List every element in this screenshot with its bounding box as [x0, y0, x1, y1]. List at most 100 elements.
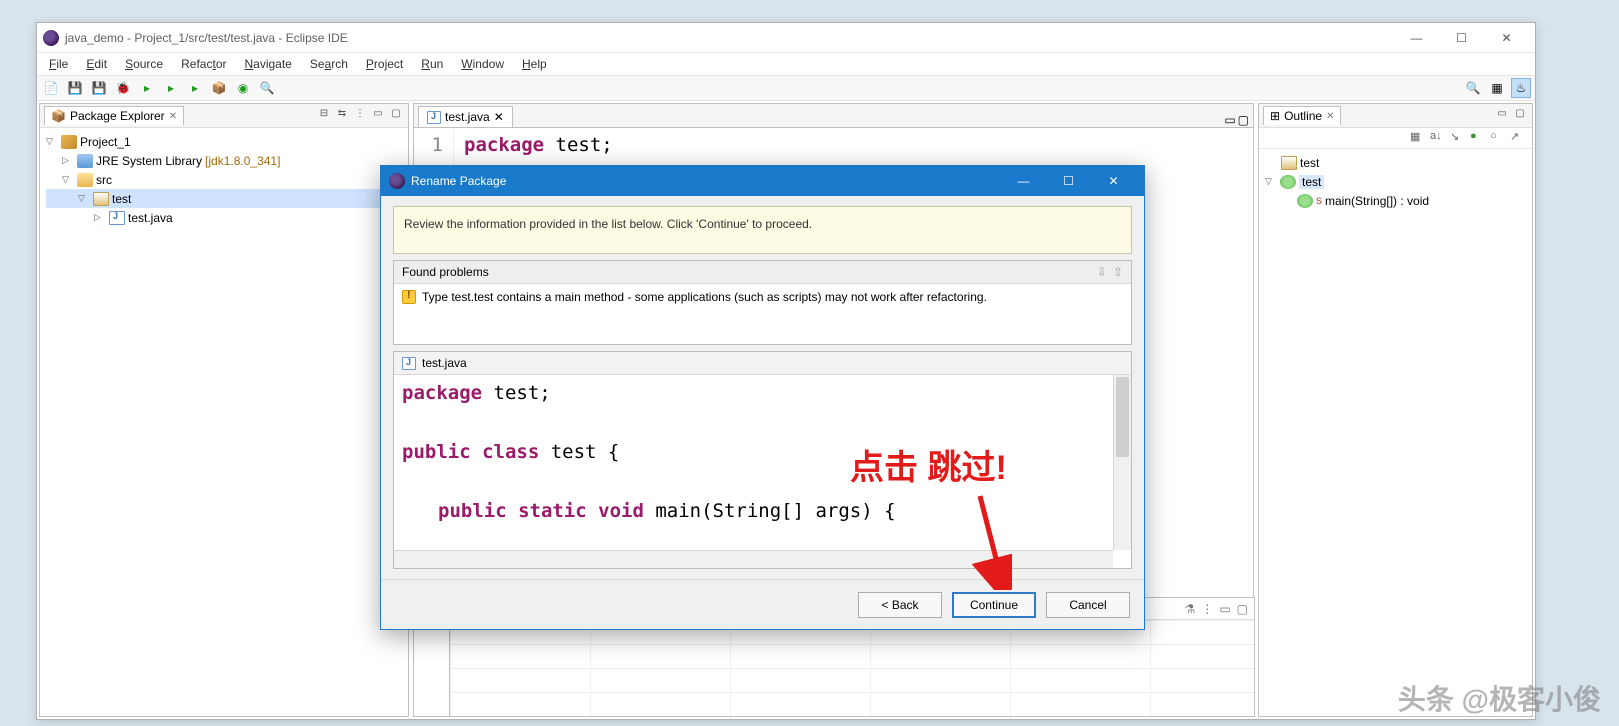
- filter-icon[interactable]: ⚗: [1185, 602, 1196, 616]
- menu-project[interactable]: Project: [358, 55, 411, 73]
- dialog-maximize-button[interactable]: ☐: [1046, 167, 1091, 195]
- preview-code[interactable]: package test; public class test { public…: [394, 375, 1131, 568]
- coverage-icon[interactable]: ▸: [185, 78, 205, 98]
- menubar: File Edit Source Refactor Navigate Searc…: [37, 53, 1535, 75]
- tree-src[interactable]: ▽ src: [46, 170, 402, 189]
- minimize-icon[interactable]: ▭: [370, 108, 386, 124]
- dialog-minimize-button[interactable]: —: [1001, 167, 1046, 195]
- cancel-button[interactable]: Cancel: [1046, 592, 1130, 618]
- java-perspective-icon[interactable]: ♨: [1511, 78, 1531, 98]
- new-package-icon[interactable]: 📦: [209, 78, 229, 98]
- main-toolbar: 📄 💾 💾 🐞 ▸ ▸ ▸ 📦 ◉ 🔍 🔍 ▦ ♨: [37, 75, 1535, 101]
- continue-button[interactable]: Continue: [952, 592, 1036, 618]
- preview-section: test.java package test; public class tes…: [393, 351, 1132, 569]
- project-tree[interactable]: ▽ Project_1 ▷ JRE System Library [jdk1.8…: [40, 128, 408, 716]
- package-label: test: [112, 192, 131, 206]
- outline-method[interactable]: S main(String[]) : void: [1265, 191, 1526, 210]
- up-arrow-icon[interactable]: ⇧: [1113, 265, 1123, 279]
- close-button[interactable]: ✕: [1484, 24, 1529, 52]
- package-explorer-icon: 📦: [51, 109, 66, 123]
- run-icon[interactable]: ▸: [137, 78, 157, 98]
- run-last-icon[interactable]: ▸: [161, 78, 181, 98]
- tree-library[interactable]: ▷ JRE System Library [jdk1.8.0_341]: [46, 151, 402, 170]
- preview-tab-label: test.java: [422, 356, 467, 370]
- maximize-icon[interactable]: ▢: [388, 108, 404, 124]
- package-explorer-title: Package Explorer: [70, 109, 165, 123]
- library-label: JRE System Library: [96, 154, 202, 168]
- problem-text: Type test.test contains a main method - …: [422, 290, 987, 304]
- tree-package[interactable]: ▽ test: [46, 189, 402, 208]
- found-problems-section: Found problems ⇩ ⇧ Type test.test contai…: [393, 260, 1132, 345]
- hide-nonpublic-icon[interactable]: ○: [1490, 130, 1506, 146]
- close-icon[interactable]: ✕: [169, 111, 177, 122]
- horizontal-scrollbar[interactable]: [394, 550, 1113, 568]
- minimize-button[interactable]: —: [1394, 24, 1439, 52]
- dialog-buttons: < Back Continue Cancel: [381, 579, 1144, 629]
- maximize-icon[interactable]: ▢: [1237, 602, 1248, 616]
- outline-tree[interactable]: test ▽ test S main(String[]) : void: [1259, 149, 1532, 716]
- search-icon[interactable]: 🔍: [1463, 78, 1483, 98]
- hide-fields-icon[interactable]: ↘: [1450, 130, 1466, 146]
- dialog-titlebar[interactable]: Rename Package — ☐ ✕: [381, 166, 1144, 196]
- table-grid: [450, 620, 1254, 716]
- maximize-button[interactable]: ☐: [1439, 24, 1484, 52]
- tree-file[interactable]: ▷ test.java: [46, 208, 402, 227]
- outline-tab[interactable]: ⊞ Outline ✕: [1263, 106, 1341, 125]
- menu-file[interactable]: File: [41, 55, 76, 73]
- outline-panel: ⊞ Outline ✕ ▭ ▢ ▦ a↓ ↘ ● ○ ↗: [1258, 103, 1533, 717]
- new-icon[interactable]: 📄: [41, 78, 61, 98]
- package-explorer-tab[interactable]: 📦 Package Explorer ✕: [44, 106, 184, 125]
- focus-icon[interactable]: ▦: [1410, 130, 1426, 146]
- menu-refactor[interactable]: Refactor: [173, 55, 234, 73]
- menu-window[interactable]: Window: [453, 55, 512, 73]
- new-class-icon[interactable]: ◉: [233, 78, 253, 98]
- save-all-icon[interactable]: 💾: [89, 78, 109, 98]
- menu-source[interactable]: Source: [117, 55, 171, 73]
- menu-navigate[interactable]: Navigate: [236, 55, 299, 73]
- window-title: java_demo - Project_1/src/test/test.java…: [65, 31, 1394, 45]
- collapse-all-icon[interactable]: ⊟: [316, 108, 332, 124]
- minimize-icon[interactable]: ▭: [1494, 108, 1510, 124]
- down-arrow-icon[interactable]: ⇩: [1097, 265, 1107, 279]
- tree-project[interactable]: ▽ Project_1: [46, 132, 402, 151]
- open-type-icon[interactable]: 🔍: [257, 78, 277, 98]
- sort-icon[interactable]: a↓: [1430, 130, 1446, 146]
- close-icon[interactable]: ✕: [1326, 111, 1334, 122]
- save-icon[interactable]: 💾: [65, 78, 85, 98]
- minimize-icon[interactable]: ▭: [1219, 602, 1230, 616]
- link-editor-icon[interactable]: ⇆: [334, 108, 350, 124]
- editor-tab-label: test.java: [445, 110, 490, 124]
- vertical-scrollbar[interactable]: [1113, 375, 1131, 550]
- menu-edit[interactable]: Edit: [78, 55, 115, 73]
- dialog-title: Rename Package: [411, 174, 506, 188]
- dialog-close-button[interactable]: ✕: [1091, 167, 1136, 195]
- rename-package-dialog: Rename Package — ☐ ✕ Review the informat…: [380, 165, 1145, 630]
- menu-search[interactable]: Search: [302, 55, 356, 73]
- view-menu-icon[interactable]: ⋮: [352, 108, 368, 124]
- maximize-icon[interactable]: ▢: [1238, 113, 1249, 127]
- menu-run[interactable]: Run: [413, 55, 451, 73]
- minimize-icon[interactable]: ▭: [1224, 113, 1235, 127]
- src-label: src: [96, 173, 112, 187]
- outline-icon: ⊞: [1270, 109, 1280, 123]
- java-file-icon: [402, 357, 416, 370]
- hide-local-icon[interactable]: ↗: [1510, 130, 1526, 146]
- project-label: Project_1: [80, 135, 131, 149]
- problem-row[interactable]: Type test.test contains a main method - …: [394, 284, 1131, 344]
- outline-package[interactable]: test: [1265, 153, 1526, 172]
- info-banner: Review the information provided in the l…: [393, 206, 1132, 254]
- editor-tab[interactable]: test.java ✕: [418, 106, 513, 127]
- found-problems-label: Found problems: [402, 265, 489, 279]
- open-perspective-icon[interactable]: ▦: [1487, 78, 1507, 98]
- back-button[interactable]: < Back: [858, 592, 942, 618]
- warning-icon: [402, 290, 416, 304]
- outline-title: Outline: [1284, 109, 1322, 123]
- hide-static-icon[interactable]: ●: [1470, 130, 1486, 146]
- outline-class[interactable]: ▽ test: [1265, 172, 1526, 191]
- maximize-icon[interactable]: ▢: [1512, 108, 1528, 124]
- close-icon[interactable]: ✕: [494, 110, 504, 124]
- menu-help[interactable]: Help: [514, 55, 555, 73]
- view-menu-icon[interactable]: ⋮: [1201, 602, 1213, 616]
- debug-icon[interactable]: 🐞: [113, 78, 133, 98]
- titlebar: java_demo - Project_1/src/test/test.java…: [37, 23, 1535, 53]
